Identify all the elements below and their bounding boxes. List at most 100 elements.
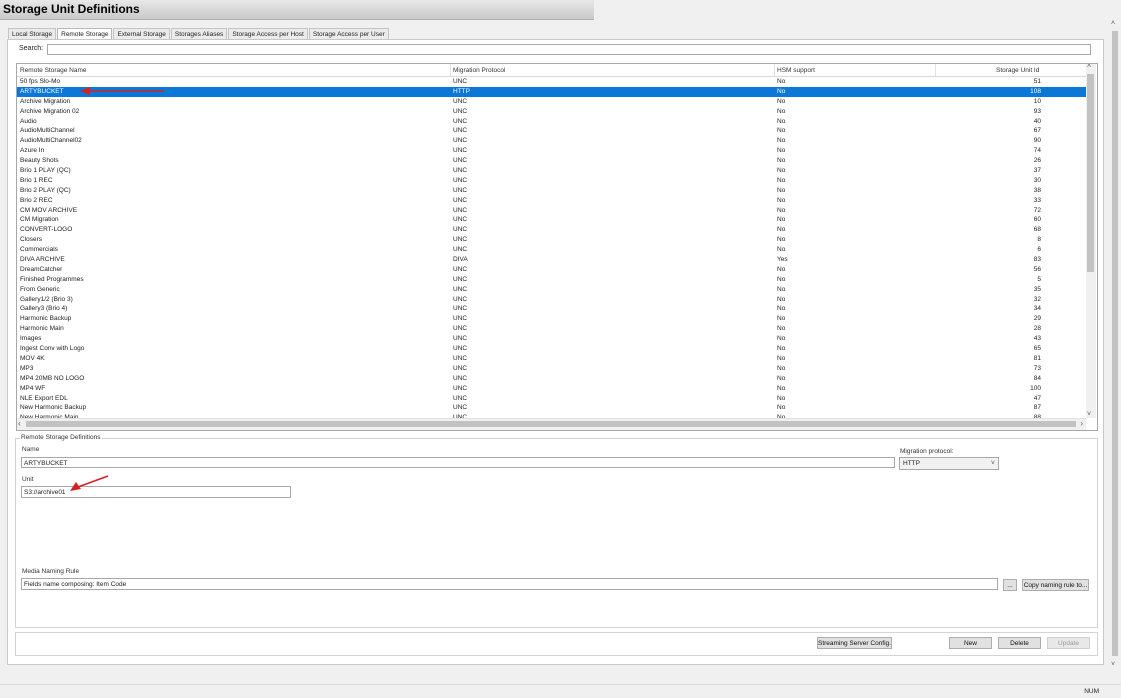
cell-name: Beauty Shots — [20, 157, 59, 165]
table-row[interactable]: Brio 2 REC UNC No 33 — [17, 196, 1086, 206]
unit-field[interactable]: S3://archive01 — [21, 486, 291, 498]
status-bar: NUM — [0, 684, 1121, 698]
table-row[interactable]: Closers UNC No 8 — [17, 235, 1086, 245]
migration-protocol-select[interactable]: HTTP ˅ — [899, 457, 999, 470]
column-header-name[interactable]: Remote Storage Name — [20, 67, 86, 74]
table-row[interactable]: Brio 1 REC UNC No 30 — [17, 176, 1086, 186]
cell-protocol: UNC — [453, 315, 468, 323]
table-row[interactable]: Beauty Shots UNC No 26 — [17, 156, 1086, 166]
tab-storage-access-per-user[interactable]: Storage Access per User — [308, 28, 389, 39]
cell-name: Audio — [20, 117, 37, 125]
table-row[interactable]: CM Migration UNC No 60 — [17, 215, 1086, 225]
cell-unit-id: 90 — [1033, 137, 1041, 145]
cell-unit-id: 5 — [1037, 275, 1041, 283]
table-row[interactable]: Brio 2 PLAY (QC) UNC No 38 — [17, 186, 1086, 196]
table-row[interactable]: DIVA ARCHIVE DIVA Yes 83 — [17, 255, 1086, 265]
cell-unit-id: 38 — [1033, 186, 1041, 194]
column-header-hsm[interactable]: HSM support — [777, 67, 815, 74]
scrollbar-thumb[interactable] — [1087, 74, 1094, 272]
table-row[interactable]: Gallery1/2 (Brio 3) UNC No 32 — [17, 295, 1086, 305]
table-row[interactable]: ARTYBUCKET HTTP No 108 — [17, 86, 1086, 97]
cell-unit-id: 35 — [1033, 285, 1041, 293]
tab-external-storage[interactable]: External Storage — [113, 28, 170, 39]
table-row[interactable]: CM MOV ARCHIVE UNC No 72 — [17, 206, 1086, 216]
table-row[interactable]: 50 fps Slo-Mo UNC No 51 — [17, 77, 1086, 87]
tab-local-storage[interactable]: Local Storage — [8, 28, 57, 39]
table-row[interactable]: DreamCatcher UNC No 56 — [17, 265, 1086, 275]
scroll-right-icon[interactable]: › — [1080, 419, 1083, 428]
cell-unit-id: 108 — [1030, 87, 1041, 95]
scroll-down-icon[interactable]: ˅ — [1111, 661, 1115, 668]
scrollbar-thumb[interactable] — [1112, 31, 1118, 656]
column-divider[interactable] — [774, 64, 775, 76]
cell-hsm: No — [777, 216, 786, 224]
delete-button[interactable]: Delete — [998, 637, 1041, 649]
cell-name: MP4 WF — [20, 384, 46, 392]
tab-storages-aliases[interactable]: Storages Aliases — [170, 28, 228, 39]
cell-name: MP4 20MB NO LOGO — [20, 374, 85, 382]
new-button[interactable]: New — [949, 637, 992, 649]
window-vertical-scrollbar[interactable]: ˄ ˅ — [1110, 19, 1121, 669]
copy-naming-rule-button[interactable]: Copy naming rule to... — [1022, 579, 1089, 591]
column-divider[interactable] — [450, 64, 451, 76]
cell-protocol: UNC — [453, 147, 468, 155]
scroll-down-icon[interactable]: ˅ — [1087, 411, 1091, 418]
table-row[interactable]: MP4 20MB NO LOGO UNC No 84 — [17, 374, 1086, 384]
table-row[interactable]: Azure In UNC No 74 — [17, 146, 1086, 156]
column-divider[interactable] — [935, 64, 936, 76]
remote-storage-grid: Remote Storage Name Migration Protocol H… — [16, 63, 1098, 431]
cell-name: Gallery3 (Brio 4) — [20, 305, 68, 313]
cell-hsm: No — [777, 87, 786, 95]
update-button[interactable]: Update — [1047, 637, 1090, 649]
cell-hsm: No — [777, 325, 786, 333]
table-row[interactable]: Archive Migration 02 UNC No 93 — [17, 107, 1086, 117]
scroll-up-icon[interactable]: ˄ — [1111, 20, 1115, 27]
scroll-left-icon[interactable]: ‹ — [18, 419, 21, 428]
table-row[interactable]: Commercials UNC No 6 — [17, 245, 1086, 255]
table-row[interactable]: Ingest Conv with Logo UNC No 65 — [17, 344, 1086, 354]
table-row[interactable]: AudioMultiChannel02 UNC No 90 — [17, 136, 1086, 146]
table-row[interactable]: New Harmonic Backup UNC No 87 — [17, 403, 1086, 413]
table-row[interactable]: MP4 WF UNC No 100 — [17, 384, 1086, 394]
table-row[interactable]: Brio 1 PLAY (QC) UNC No 37 — [17, 166, 1086, 176]
table-row[interactable]: From Generic UNC No 35 — [17, 285, 1086, 295]
table-row[interactable]: MOV 4K UNC No 81 — [17, 354, 1086, 364]
grid-horizontal-scrollbar[interactable]: ‹ › — [17, 418, 1086, 430]
chevron-down-icon: ˅ — [990, 460, 995, 467]
table-row[interactable]: NLE Export EDL UNC No 47 — [17, 394, 1086, 404]
table-row[interactable]: Harmonic Backup UNC No 29 — [17, 314, 1086, 324]
cell-hsm: No — [777, 97, 786, 105]
scrollbar-thumb[interactable] — [26, 421, 1076, 427]
table-row[interactable]: Audio UNC No 40 — [17, 117, 1086, 127]
cell-protocol: UNC — [453, 364, 468, 372]
unit-label: Unit — [22, 476, 34, 483]
cell-name: MP3 — [20, 364, 34, 372]
cell-unit-id: 6 — [1037, 246, 1041, 254]
table-row[interactable]: Archive Migration UNC No 10 — [17, 97, 1086, 107]
cell-name: ARTYBUCKET — [20, 87, 64, 95]
grid-vertical-scrollbar[interactable]: ˄ ˅ — [1086, 64, 1096, 418]
table-row[interactable]: Images UNC No 43 — [17, 334, 1086, 344]
table-row[interactable]: AudioMultiChannel UNC No 67 — [17, 126, 1086, 136]
cell-unit-id: 37 — [1033, 167, 1041, 175]
table-row[interactable]: CONVERT-LOGO UNC No 68 — [17, 225, 1086, 235]
cell-hsm: No — [777, 137, 786, 145]
cell-unit-id: 33 — [1033, 196, 1041, 204]
table-row[interactable]: Finished Programmes UNC No 5 — [17, 275, 1086, 285]
scroll-up-icon[interactable]: ˄ — [1087, 64, 1091, 70]
cell-hsm: No — [777, 335, 786, 343]
cell-unit-id: 72 — [1033, 206, 1041, 214]
name-field[interactable]: ARTYBUCKET — [21, 457, 895, 468]
column-header-protocol[interactable]: Migration Protocol — [453, 67, 505, 74]
cell-hsm: No — [777, 394, 786, 402]
media-naming-rule-field[interactable]: Fields name composing: Item Code — [21, 578, 998, 590]
table-row[interactable]: Gallery3 (Brio 4) UNC No 34 — [17, 304, 1086, 314]
naming-rule-browse-button[interactable]: ... — [1003, 579, 1017, 591]
column-header-unit-id[interactable]: Storage Unit Id — [996, 67, 1039, 74]
table-row[interactable]: Harmonic Main UNC No 28 — [17, 324, 1086, 334]
search-input[interactable] — [47, 44, 1091, 55]
streaming-server-config-button[interactable]: Streaming Server Config. — [817, 637, 892, 649]
tab-storage-access-per-host[interactable]: Storage Access per Host — [228, 28, 308, 39]
cell-unit-id: 43 — [1033, 335, 1041, 343]
table-row[interactable]: MP3 UNC No 73 — [17, 364, 1086, 374]
